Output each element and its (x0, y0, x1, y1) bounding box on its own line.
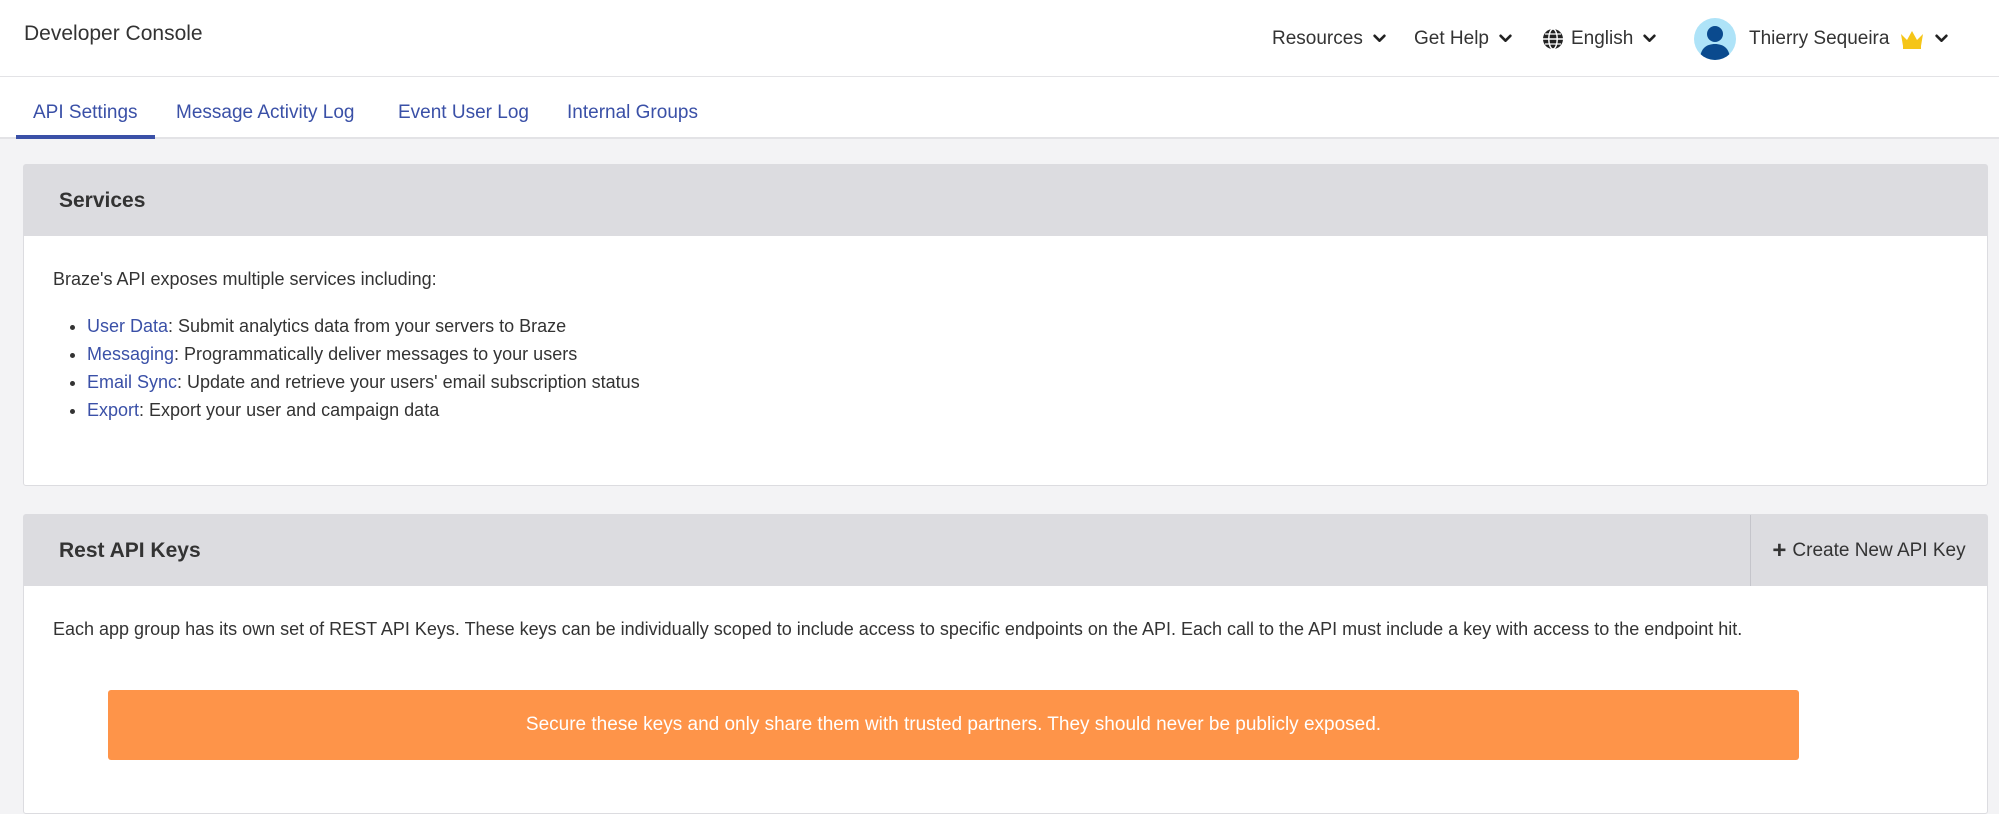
app-title: Developer Console (24, 22, 203, 45)
list-item: Export: Export your user and campaign da… (87, 396, 640, 424)
tab-message-activity-log[interactable]: Message Activity Log (176, 77, 354, 139)
user-data-desc: : Submit analytics data from your server… (168, 316, 567, 336)
tab-api-settings[interactable]: API Settings (16, 77, 155, 139)
user-menu[interactable]: Thierry Sequeira (1694, 0, 1949, 77)
services-list: User Data: Submit analytics data from yo… (87, 312, 640, 424)
get-help-menu[interactable]: Get Help (1414, 0, 1512, 77)
export-desc: : Export your user and campaign data (139, 400, 440, 420)
export-link[interactable]: Export (87, 400, 139, 420)
tab-bar: API Settings Message Activity Log Event … (0, 77, 1999, 139)
top-bar: Developer Console Resources Get Help Eng… (0, 0, 1999, 77)
tab-internal-groups[interactable]: Internal Groups (567, 77, 698, 139)
globe-icon (1543, 27, 1563, 50)
create-new-api-key-button[interactable]: + Create New API Key (1750, 515, 1987, 586)
resources-label: Resources (1272, 27, 1363, 49)
rest-api-keys-description: Each app group has its own set of REST A… (53, 619, 1743, 639)
get-help-label: Get Help (1414, 27, 1489, 49)
rest-api-keys-title: Rest API Keys (59, 539, 201, 562)
chevron-down-icon (1643, 34, 1657, 42)
language-label: English (1571, 27, 1634, 49)
list-item: User Data: Submit analytics data from yo… (87, 312, 640, 340)
services-header: Services (24, 165, 1987, 236)
rest-api-keys-panel: Rest API Keys + Create New API Key Each … (23, 514, 1988, 814)
language-menu[interactable]: English (1541, 0, 1657, 77)
services-panel: Services Braze's API exposes multiple se… (23, 164, 1988, 486)
chevron-down-icon (1935, 34, 1949, 42)
services-intro: Braze's API exposes multiple services in… (53, 269, 437, 289)
resources-menu[interactable]: Resources (1272, 0, 1386, 77)
list-item: Email Sync: Update and retrieve your use… (87, 368, 640, 396)
messaging-link[interactable]: Messaging (87, 344, 174, 364)
chevron-down-icon (1499, 34, 1512, 42)
email-sync-link[interactable]: Email Sync (87, 372, 177, 392)
email-sync-desc: : Update and retrieve your users' email … (177, 372, 640, 392)
messaging-desc: : Programmatically deliver messages to y… (174, 344, 578, 364)
security-warning-banner: Secure these keys and only share them wi… (108, 690, 1799, 760)
services-title: Services (59, 189, 146, 212)
crown-icon (1901, 30, 1924, 49)
user-name: Thierry Sequeira (1749, 27, 1890, 49)
avatar-icon (1694, 17, 1736, 60)
user-data-link[interactable]: User Data (87, 316, 168, 336)
rest-api-keys-header: Rest API Keys + Create New API Key (24, 515, 1987, 586)
tab-event-user-log[interactable]: Event User Log (398, 77, 529, 139)
plus-icon: + (1772, 536, 1787, 564)
create-new-api-key-label: Create New API Key (1792, 539, 1966, 561)
chevron-down-icon (1373, 34, 1386, 42)
list-item: Messaging: Programmatically deliver mess… (87, 340, 640, 368)
